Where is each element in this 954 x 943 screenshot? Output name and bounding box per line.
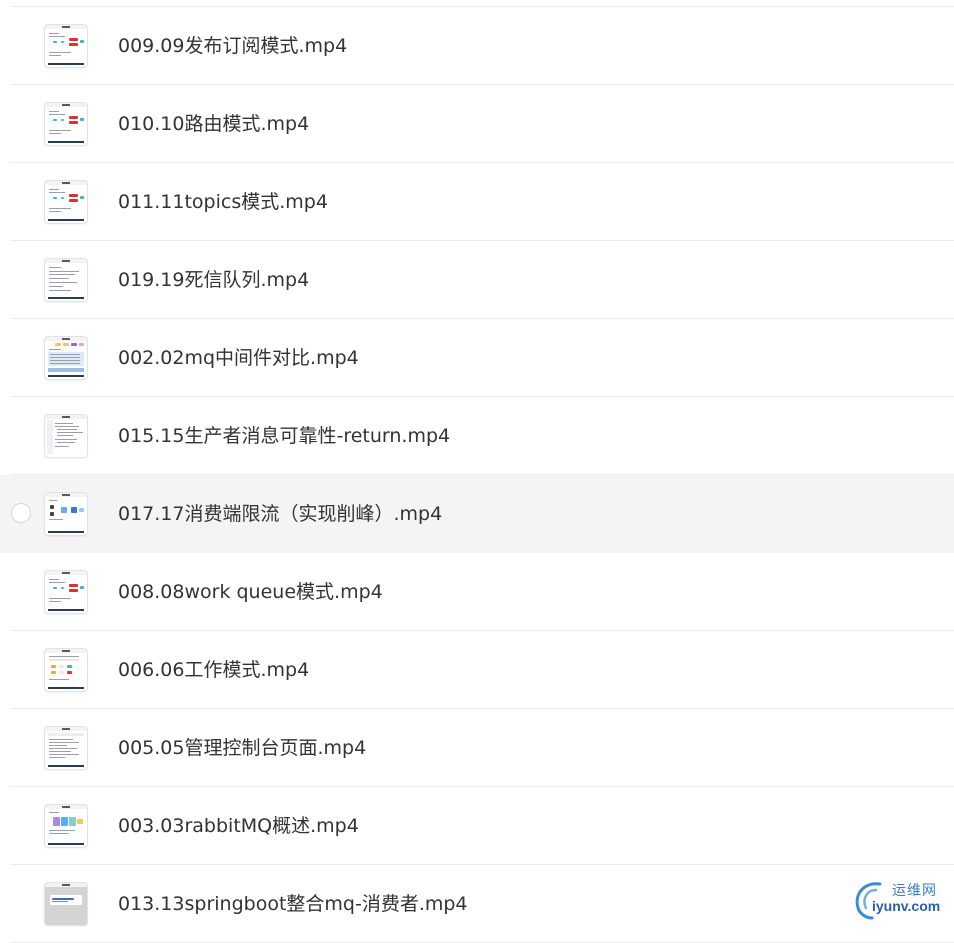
watermark-url-text: iyunv.com [872,898,941,914]
file-row[interactable]: 008.08work queue模式.mp4 [0,553,954,631]
file-row[interactable]: 010.10路由模式.mp4 [0,85,954,163]
video-thumbnail [45,103,87,145]
file-name[interactable]: 009.09发布订阅模式.mp4 [118,7,347,85]
list-item-partial [0,0,954,7]
file-row[interactable]: 005.05管理控制台页面.mp4 [0,709,954,787]
video-thumbnail [45,649,87,691]
file-row[interactable]: 002.02mq中间件对比.mp4 [0,319,954,397]
video-thumbnail [45,727,87,769]
file-name[interactable]: 003.03rabbitMQ概述.mp4 [118,787,359,865]
file-name[interactable]: 015.15生产者消息可靠性-return.mp4 [118,397,450,475]
file-row[interactable]: 017.17消费端限流（实现削峰）.mp4 [0,475,954,553]
video-thumbnail [45,571,87,613]
file-row[interactable]: 011.11topics模式.mp4 [0,163,954,241]
file-row[interactable]: 015.15生产者消息可靠性-return.mp4 [0,397,954,475]
file-row[interactable]: 003.03rabbitMQ概述.mp4 [0,787,954,865]
file-row[interactable]: 019.19死信队列.mp4 [0,241,954,319]
watermark-chinese-text: 运维网 [892,883,937,899]
select-checkbox[interactable] [11,503,31,523]
file-name[interactable]: 019.19死信队列.mp4 [118,241,309,319]
video-thumbnail [45,337,87,379]
file-name[interactable]: 013.13springboot整合mq-消费者.mp4 [118,865,468,943]
file-name[interactable]: 017.17消费端限流（实现削峰）.mp4 [118,475,442,553]
watermark-logo: 运维网 iyunv.com [850,876,954,922]
video-thumbnail [45,415,87,457]
video-thumbnail [45,259,87,301]
video-thumbnail [45,493,87,535]
video-thumbnail [45,181,87,223]
video-thumbnail [45,25,87,67]
file-list: 009.09发布订阅模式.mp4 010.10路由模式.mp4 011.11topi… [0,0,954,943]
file-name[interactable]: 002.02mq中间件对比.mp4 [118,319,359,397]
file-name[interactable]: 011.11topics模式.mp4 [118,163,328,241]
file-row[interactable]: 013.13springboot整合mq-消费者.mp4 [0,865,954,943]
file-row[interactable]: 006.06工作模式.mp4 [0,631,954,709]
video-thumbnail [45,805,87,847]
video-thumbnail [45,883,87,925]
file-name[interactable]: 008.08work queue模式.mp4 [118,553,383,631]
file-name[interactable]: 010.10路由模式.mp4 [118,85,309,163]
file-row[interactable]: 009.09发布订阅模式.mp4 [0,7,954,85]
file-name[interactable]: 005.05管理控制台页面.mp4 [118,709,366,787]
file-name[interactable]: 006.06工作模式.mp4 [118,631,309,709]
